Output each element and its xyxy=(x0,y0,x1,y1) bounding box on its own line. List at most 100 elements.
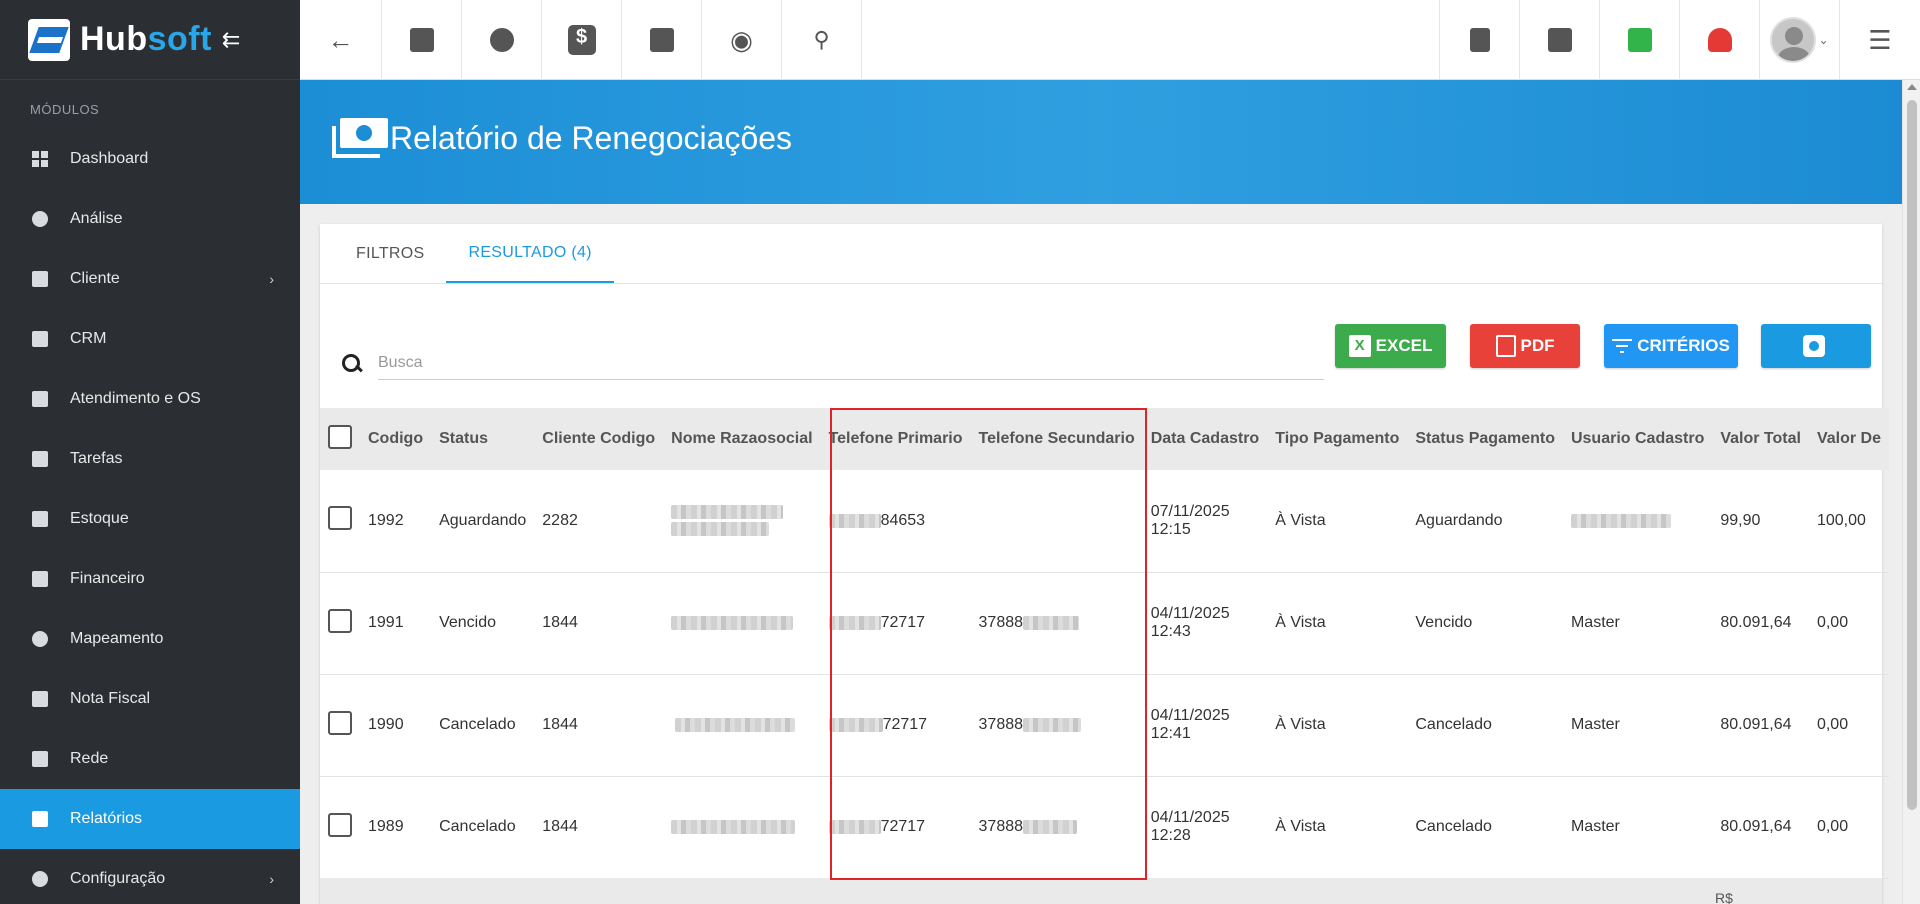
cell-cliente-codigo: 1844 xyxy=(534,776,664,879)
top-toolbar: ← $ ◉ ⚲ ⌄ ☰ xyxy=(300,0,1920,80)
search-button[interactable]: ⚲ xyxy=(782,0,862,80)
col-codigo[interactable]: Codigo xyxy=(360,408,431,470)
page-scrollbar[interactable] xyxy=(1902,80,1920,904)
sidebar-item-atendimento[interactable]: Atendimento e OS xyxy=(0,369,300,429)
sidebar-item-estoque[interactable]: Estoque xyxy=(0,489,300,549)
cell-data-cadastro: 07/11/2025 12:15 xyxy=(1142,470,1268,573)
box-icon xyxy=(32,511,48,527)
contact-card-icon xyxy=(32,271,48,287)
row-checkbox[interactable] xyxy=(328,710,352,735)
cell-usuario-cadastro: Master xyxy=(1562,776,1713,879)
table-row[interactable]: 1991 Vencido 1844 72717 37888 04/11/2025… xyxy=(320,572,1889,675)
sidebar-item-nota-fiscal[interactable]: Nota Fiscal xyxy=(0,669,300,729)
col-data-cadastro[interactable]: Data Cadastro xyxy=(1143,408,1267,470)
document-icon xyxy=(32,691,48,707)
col-status-pagamento[interactable]: Status Pagamento xyxy=(1407,408,1563,470)
money-bills-icon xyxy=(332,118,388,158)
terminal-button[interactable] xyxy=(622,0,702,80)
chevron-right-icon: › xyxy=(269,271,274,287)
sidebar-item-crm[interactable]: CRM xyxy=(0,309,300,369)
cell-codigo: 1991 xyxy=(360,572,432,675)
search-bar xyxy=(340,346,1324,380)
cell-codigo: 1989 xyxy=(360,776,432,879)
col-nome-razaosocial[interactable]: Nome Razaosocial xyxy=(663,408,820,470)
cell-tipo-pagamento: À Vista xyxy=(1267,776,1408,879)
finance-button[interactable]: $ xyxy=(542,0,622,80)
search-input[interactable] xyxy=(378,346,1324,380)
pdf-icon xyxy=(1495,335,1516,357)
cell-codigo: 1990 xyxy=(360,674,432,777)
tab-resultado[interactable]: RESULTADO (4) xyxy=(446,224,614,283)
cell-data-cadastro: 04/11/2025 12:41 xyxy=(1142,674,1268,777)
cell-nome-redacted xyxy=(663,572,821,675)
criteria-button[interactable]: CRITÉRIOS xyxy=(1604,324,1738,368)
chat-button[interactable] xyxy=(1600,0,1680,80)
pdf-file-icon xyxy=(1469,28,1490,52)
excel-export-button[interactable]: X EXCEL xyxy=(1335,324,1446,368)
select-all-checkbox[interactable] xyxy=(328,424,352,449)
collapse-sidebar-icon[interactable]: ⇇ xyxy=(222,27,240,53)
col-usuario-cadastro[interactable]: Usuario Cadastro xyxy=(1563,408,1712,470)
settings-icon xyxy=(1802,335,1825,357)
scroll-up-arrow-icon[interactable] xyxy=(1907,84,1917,90)
col-status[interactable]: Status xyxy=(431,408,534,470)
arrow-left-icon: ← xyxy=(327,24,354,55)
cell-tipo-pagamento: À Vista xyxy=(1267,572,1408,675)
terminal-icon xyxy=(649,28,674,52)
user-menu[interactable]: ⌄ xyxy=(1760,0,1840,79)
schedule-button[interactable] xyxy=(462,0,542,80)
cell-valor-total: 80.091,64 xyxy=(1712,776,1809,879)
col-tipo-pagamento[interactable]: Tipo Pagamento xyxy=(1267,408,1407,470)
sidebar-item-relatorios[interactable]: Relatórios xyxy=(0,789,300,849)
row-checkbox[interactable] xyxy=(328,506,352,531)
eye-icon: ◉ xyxy=(730,24,753,55)
results-table: Codigo Status Cliente Codigo Nome Razaos… xyxy=(320,408,1889,879)
sidebar-item-financeiro[interactable]: Financeiro xyxy=(0,549,300,609)
sidebar-item-configuracao[interactable]: Configuração › xyxy=(0,849,300,904)
col-telefone-primario[interactable]: Telefone Primario xyxy=(821,408,971,470)
col-telefone-secundario[interactable]: Telefone Secundario xyxy=(971,408,1143,470)
table-footer-totals xyxy=(320,878,1882,904)
table-row[interactable]: 1992 Aguardando 2282 84653 07/11/2025 12:… xyxy=(320,470,1889,573)
col-cliente-codigo[interactable]: Cliente Codigo xyxy=(534,408,663,470)
table-row[interactable]: 1990 Cancelado 1844 72717 37888 04/11/20… xyxy=(320,674,1889,777)
cell-status-pagamento: Vencido xyxy=(1407,572,1563,675)
sidebar-item-analise[interactable]: Análise xyxy=(0,189,300,249)
alerts-button[interactable] xyxy=(1680,0,1760,80)
report-icon xyxy=(32,811,48,827)
cell-telefone-primario: 72717 xyxy=(820,572,971,675)
cell-cliente-codigo: 1844 xyxy=(534,674,664,777)
sidebar-item-cliente[interactable]: Cliente › xyxy=(0,249,300,309)
col-valor-total[interactable]: Valor Total xyxy=(1712,408,1809,470)
tab-filtros[interactable]: FILTROS xyxy=(334,224,446,283)
calendar-clock-icon xyxy=(489,28,514,52)
cell-valor-total: 99,90 xyxy=(1712,470,1809,573)
list-menu-button[interactable]: ☰ xyxy=(1840,0,1920,80)
cell-status: Cancelado xyxy=(431,776,535,879)
column-settings-button[interactable] xyxy=(1761,324,1871,368)
sidebar-item-rede[interactable]: Rede xyxy=(0,729,300,789)
cell-telefone-secundario xyxy=(970,470,1143,573)
pdf-toolbar-button[interactable] xyxy=(1440,0,1520,80)
pdf-export-button[interactable]: PDF xyxy=(1470,324,1580,368)
sidebar-item-dashboard[interactable]: Dashboard xyxy=(0,129,300,189)
col-valor-de[interactable]: Valor De xyxy=(1809,408,1889,470)
row-checkbox[interactable] xyxy=(328,608,352,633)
clients-button[interactable] xyxy=(382,0,462,80)
row-checkbox[interactable] xyxy=(328,812,352,837)
sidebar-item-mapeamento[interactable]: Mapeamento xyxy=(0,609,300,669)
view-button[interactable]: ◉ xyxy=(702,0,782,80)
gear-icon xyxy=(32,871,48,887)
calendar-button[interactable] xyxy=(1520,0,1600,80)
tab-bar: FILTROS RESULTADO (4) xyxy=(320,224,1882,284)
calendar-icon xyxy=(1547,28,1572,52)
scroll-thumb[interactable] xyxy=(1907,100,1917,810)
cell-status-pagamento: Aguardando xyxy=(1407,470,1563,573)
cell-tipo-pagamento: À Vista xyxy=(1267,470,1408,573)
sidebar-item-tarefas[interactable]: Tarefas xyxy=(0,429,300,489)
table-row[interactable]: 1989 Cancelado 1844 72717 37888 04/11/20… xyxy=(320,776,1889,879)
cell-valor-de: 0,00 xyxy=(1808,572,1889,675)
chat-check-icon xyxy=(1627,28,1652,52)
result-toolbar: XEXCEL PDF CRITÉRIOS xyxy=(320,284,1882,408)
back-button[interactable]: ← xyxy=(300,0,382,80)
